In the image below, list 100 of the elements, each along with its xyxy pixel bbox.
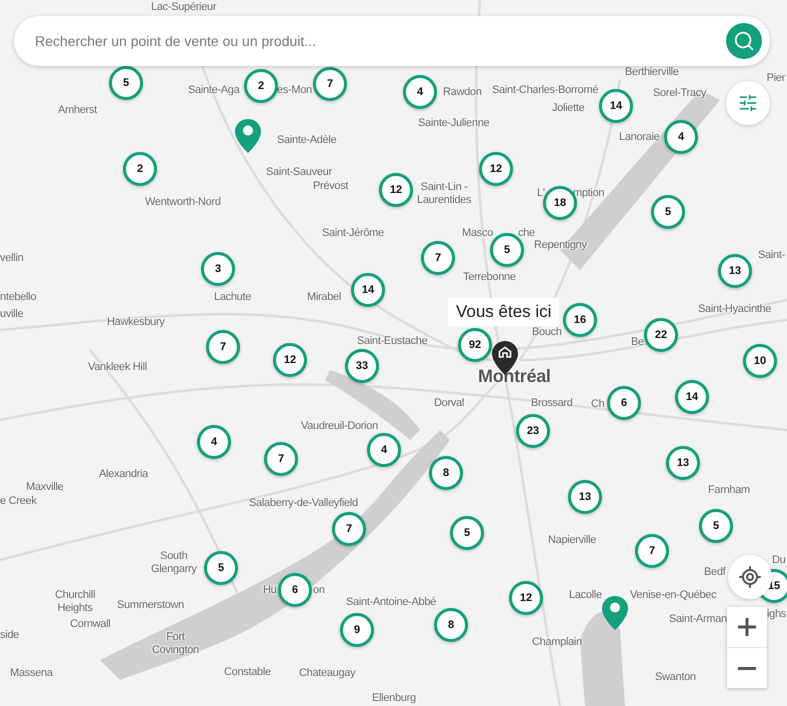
- cluster-marker[interactable]: 23: [516, 414, 550, 448]
- location-pin-icon[interactable]: [601, 595, 629, 631]
- place-label: Rawdon: [443, 86, 482, 99]
- place-label: Constable: [224, 666, 271, 679]
- cluster-marker[interactable]: 13: [666, 446, 700, 480]
- place-label: Lanoraie: [619, 131, 660, 144]
- search-icon: [733, 30, 755, 52]
- place-label: ighs: [767, 608, 786, 621]
- place-label: Vankleek Hill: [88, 361, 147, 374]
- place-label: Saint-Charles-Borromé: [492, 84, 598, 97]
- search-input[interactable]: Rechercher un point de vente ou un produit...: [33, 32, 726, 50]
- place-label: Be: [631, 336, 644, 349]
- cluster-marker[interactable]: 7: [264, 442, 298, 476]
- place-label: Chateaugay: [299, 667, 356, 680]
- cluster-marker[interactable]: 7: [313, 67, 347, 101]
- cluster-marker[interactable]: 3: [201, 252, 235, 286]
- place-label: Mirabel: [307, 291, 341, 304]
- crosshair-icon: [738, 565, 762, 589]
- search-bar[interactable]: Rechercher un point de vente ou un produit...: [14, 16, 770, 66]
- place-label: Napierville: [548, 534, 596, 547]
- place-label: Saint-Arman: [669, 613, 727, 626]
- place-label: Prévost: [313, 180, 348, 193]
- cluster-marker[interactable]: 10: [743, 344, 777, 378]
- place-label: Vaudreuil-Dorion: [301, 420, 378, 433]
- search-button[interactable]: [726, 23, 762, 59]
- plus-icon: [738, 618, 756, 636]
- cluster-marker[interactable]: 5: [450, 516, 484, 550]
- cluster-marker[interactable]: 33: [345, 349, 379, 383]
- cluster-marker[interactable]: 5: [651, 195, 685, 229]
- cluster-marker[interactable]: 12: [379, 173, 413, 207]
- place-label: Bouch: [532, 326, 562, 339]
- place-label: ntebello: [0, 291, 36, 304]
- place-label: Venise-en-Québec: [630, 589, 716, 602]
- place-label: Swanton: [655, 671, 696, 684]
- cluster-marker[interactable]: 2: [123, 152, 157, 186]
- place-label: Masco: [462, 227, 493, 240]
- place-label: Saint-Jérôme: [322, 227, 384, 240]
- place-label: Maxville: [26, 481, 64, 494]
- filter-button[interactable]: [726, 81, 770, 125]
- place-label: Ch: [591, 398, 604, 411]
- place-label: e Creek: [0, 495, 36, 508]
- place-label: Farnham: [708, 484, 750, 497]
- cluster-marker[interactable]: 8: [429, 456, 463, 490]
- place-label: Saint-Sauveur: [266, 166, 332, 179]
- cluster-marker[interactable]: 12: [479, 152, 513, 186]
- place-label: Churchill Heights: [55, 589, 96, 614]
- place-label: Repentigny: [534, 239, 587, 252]
- place-label: es-Mon: [277, 84, 312, 97]
- place-label: Salaberry-de-Valleyfield: [249, 497, 358, 510]
- cluster-marker[interactable]: 12: [273, 343, 307, 377]
- sliders-icon: [738, 93, 758, 113]
- place-label: vellin: [0, 252, 24, 265]
- place-label: Brossard: [531, 397, 573, 410]
- cluster-marker[interactable]: 92: [458, 328, 492, 362]
- cluster-marker[interactable]: 7: [206, 330, 240, 364]
- place-label: Alexandria: [99, 468, 148, 481]
- cluster-marker[interactable]: 4: [664, 120, 698, 154]
- cluster-marker[interactable]: 13: [568, 480, 602, 514]
- place-label: Lac-Supérieur: [151, 1, 216, 14]
- cluster-marker[interactable]: 5: [109, 66, 143, 100]
- place-label: on: [313, 584, 325, 597]
- location-pin-icon[interactable]: [234, 118, 262, 154]
- cluster-marker[interactable]: 2: [244, 69, 278, 103]
- place-label: Champlain: [532, 636, 582, 649]
- place-label: Sorel-Tracy: [653, 87, 706, 100]
- place-label: Dorval: [434, 397, 464, 410]
- place-label: side: [0, 629, 19, 642]
- place-label: Sainte-Adèle: [277, 134, 336, 147]
- cluster-marker[interactable]: 5: [204, 551, 238, 585]
- place-label: Saint-: [758, 249, 785, 262]
- cluster-marker[interactable]: 13: [718, 254, 752, 288]
- cluster-marker[interactable]: 4: [197, 425, 231, 459]
- place-label: Bedf: [704, 566, 726, 579]
- cluster-marker[interactable]: 5: [699, 509, 733, 543]
- place-label: South Glengarry: [151, 550, 197, 576]
- place-label: Ellenburg: [372, 692, 416, 705]
- cluster-marker[interactable]: 7: [332, 512, 366, 546]
- place-label: Terrebonne: [463, 271, 516, 284]
- cluster-marker[interactable]: 6: [607, 386, 641, 420]
- minus-icon: [738, 666, 756, 670]
- cluster-marker[interactable]: 7: [421, 241, 455, 275]
- cluster-marker[interactable]: 22: [644, 318, 678, 352]
- cluster-marker[interactable]: 4: [367, 433, 401, 467]
- place-label: Summerstown: [117, 599, 184, 612]
- cluster-marker[interactable]: 16: [563, 303, 597, 337]
- city-label: Montréal: [478, 366, 551, 387]
- cluster-marker[interactable]: 14: [675, 380, 709, 414]
- cluster-marker[interactable]: 9: [340, 613, 374, 647]
- cluster-marker[interactable]: 4: [403, 75, 437, 109]
- cluster-marker[interactable]: 14: [599, 89, 633, 123]
- cluster-marker[interactable]: 7: [635, 534, 669, 568]
- cluster-marker[interactable]: 14: [351, 273, 385, 307]
- location-tooltip: Vous êtes ici: [448, 298, 560, 326]
- place-label: Saint-Antoine-Abbé: [346, 596, 436, 609]
- place-label: Lachute: [214, 291, 252, 304]
- place-label: Lacolle: [569, 589, 602, 602]
- cluster-marker[interactable]: 12: [509, 581, 543, 615]
- place-label: Hawkesbury: [107, 316, 165, 329]
- place-label: uville: [0, 308, 24, 321]
- cluster-marker[interactable]: 8: [434, 608, 468, 642]
